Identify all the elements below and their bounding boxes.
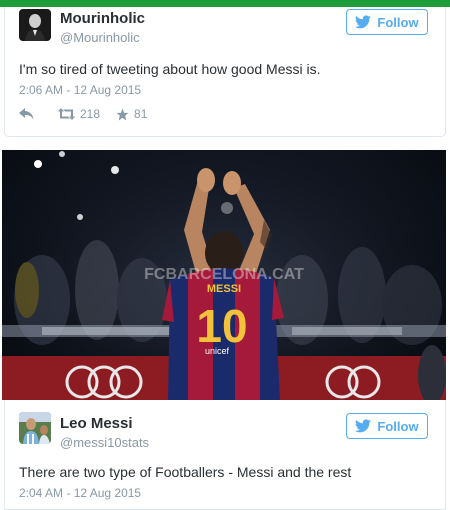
display-name[interactable]: Leo Messi <box>60 415 133 432</box>
tweet-timestamp[interactable]: 2:06 AM - 12 Aug 2015 <box>19 83 141 97</box>
display-name[interactable]: Mourinholic <box>60 10 145 27</box>
top-green-bar <box>0 0 450 7</box>
twitter-bird-icon <box>355 419 372 433</box>
avatar[interactable] <box>19 9 51 41</box>
shirt-number: 10 <box>196 300 247 352</box>
tweet-actions: 218 81 <box>19 107 163 121</box>
follow-button[interactable]: Follow <box>346 9 428 35</box>
user-handle[interactable]: @messi10stats <box>60 435 149 450</box>
follow-label: Follow <box>377 14 419 30</box>
retweet-count: 218 <box>80 107 101 121</box>
twitter-bird-icon <box>355 15 372 29</box>
reply-icon <box>19 108 34 120</box>
favorite-count: 81 <box>134 107 148 121</box>
star-icon <box>116 108 129 120</box>
watermark: FCBARCELONA.CAT <box>144 266 304 283</box>
messi-applauding-image: MESSI 10 unicef FCBARCELONA.CAT <box>2 150 446 400</box>
avatar[interactable] <box>19 412 51 444</box>
tweet-card-mourinholic: Mourinholic @Mourinholic Follow I'm so t… <box>4 7 446 137</box>
reply-button[interactable] <box>19 108 34 120</box>
tweet-text: There are two type of Footballers - Mess… <box>19 464 352 480</box>
shirt-sponsor: unicef <box>205 346 230 356</box>
follow-button[interactable]: Follow <box>346 413 428 439</box>
tweet-timestamp[interactable]: 2:04 AM - 12 Aug 2015 <box>19 486 141 500</box>
retweet-button[interactable]: 218 <box>58 107 100 121</box>
follow-label: Follow <box>377 418 419 434</box>
shirt-name: MESSI <box>207 283 241 295</box>
retweet-icon <box>58 108 75 120</box>
tweet-text: I'm so tired of tweeting about how good … <box>19 61 321 77</box>
tweet-photo[interactable]: MESSI 10 unicef FCBARCELONA.CAT <box>2 150 446 400</box>
user-handle[interactable]: @Mourinholic <box>60 30 140 45</box>
tweet-card-leo-messi: Leo Messi @messi10stats Follow There are… <box>4 400 446 510</box>
favorite-button[interactable]: 81 <box>116 107 147 121</box>
